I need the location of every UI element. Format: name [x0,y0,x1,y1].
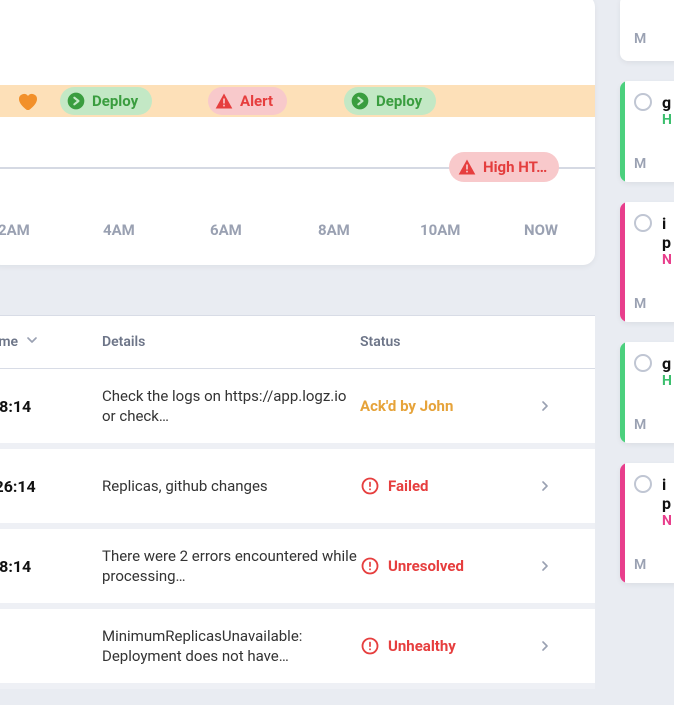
cell-details: Check the logs on https://app.logz.io or… [90,386,360,427]
alert-pill[interactable]: Alert [208,87,287,115]
cell-status: Unhealthy [360,636,520,656]
pill-label: High HT… [483,158,547,176]
axis-tick: 6AM [210,221,242,239]
status-text: Ack'd by John [360,397,453,415]
radio-icon[interactable] [634,354,652,372]
side-title: g [662,354,672,373]
timeline-card: Deploy Alert Deploy High HT… 2AM 4AM 6AM… [0,0,595,265]
col-header-status[interactable]: Status [360,334,520,350]
side-subtitle: N [662,252,672,268]
axis-tick: 8AM [318,221,350,239]
side-card[interactable]: i p N M [620,202,674,322]
cell-time: :26:14 [0,477,90,496]
side-title: g [662,93,672,112]
cell-time: 58:14 [0,557,90,576]
side-foot: M [634,31,674,47]
side-subtitle: H [662,112,672,128]
col-header-time-label: time [0,334,18,350]
time-axis: 2AM 4AM 6AM 8AM 10AM NOW [0,221,595,251]
events-table: time Details Status 58:14 Check the logs… [0,315,595,689]
col-header-details[interactable]: Details [90,334,360,350]
side-title2: p [662,494,672,513]
chevron-right-icon[interactable] [520,478,570,494]
status-text: Unhealthy [388,637,456,655]
axis-tick: 4AM [103,221,135,239]
alert-circle-icon [360,556,380,576]
alert-triangle-icon [214,91,234,111]
cell-details: There were 2 errors encountered while pr… [90,546,360,587]
table-row[interactable]: :26:14 Replicas, github changes Failed [0,449,595,529]
side-title2: p [662,233,672,252]
side-title: i [662,214,672,233]
chevron-right-icon[interactable] [520,398,570,414]
cell-details: Replicas, github changes [90,476,360,496]
side-subtitle: H [662,373,672,389]
axis-tick: 2AM [0,221,30,239]
side-foot: M [634,417,674,433]
axis-tick: NOW [524,221,558,239]
radio-icon[interactable] [634,214,652,232]
card-stripe [620,202,625,322]
radio-icon[interactable] [634,475,652,493]
card-stripe [620,463,625,583]
side-subtitle: N [662,513,672,529]
side-foot: M [634,296,674,312]
deploy-pill[interactable]: Deploy [344,87,436,115]
col-header-time[interactable]: time [0,332,90,352]
arrow-right-circle-icon [66,91,86,111]
deploy-pill[interactable]: Deploy [60,87,152,115]
heart-icon [15,89,39,113]
axis-tick: 10AM [420,221,460,239]
card-stripe [620,81,625,182]
chevron-down-icon [24,332,40,352]
pill-label: Alert [240,92,273,110]
table-row[interactable]: MinimumReplicasUnavailable: Deployment d… [0,609,595,689]
high-alert-pill[interactable]: High HT… [449,152,559,182]
chevron-right-icon[interactable] [520,558,570,574]
table-row[interactable]: 58:14 Check the logs on https://app.logz… [0,369,595,449]
side-foot: M [634,156,674,172]
side-card[interactable]: g H M [620,342,674,443]
side-title: i [662,475,672,494]
side-card[interactable]: i p N M [620,463,674,583]
alert-triangle-icon [457,157,477,177]
side-card[interactable]: M [620,0,674,61]
side-card[interactable]: g H M [620,81,674,182]
status-text: Failed [388,477,429,495]
timeline-track: Deploy Alert Deploy [0,85,595,117]
cell-status: Ack'd by John [360,397,520,415]
table-row[interactable]: 58:14 There were 2 errors encountered wh… [0,529,595,609]
cell-status: Failed [360,476,520,496]
alert-circle-icon [360,636,380,656]
sidebar: M g H M i p N M g H [620,0,674,705]
pill-label: Deploy [92,92,138,110]
arrow-right-circle-icon [350,91,370,111]
table-header: time Details Status [0,315,595,369]
chevron-right-icon[interactable] [520,638,570,654]
cell-status: Unresolved [360,556,520,576]
status-text: Unresolved [388,557,464,575]
pill-label: Deploy [376,92,422,110]
side-foot: M [634,557,674,573]
card-stripe [620,342,625,443]
radio-icon[interactable] [634,93,652,111]
alert-circle-icon [360,476,380,496]
cell-details: MinimumReplicasUnavailable: Deployment d… [90,626,360,667]
cell-time: 58:14 [0,397,90,416]
